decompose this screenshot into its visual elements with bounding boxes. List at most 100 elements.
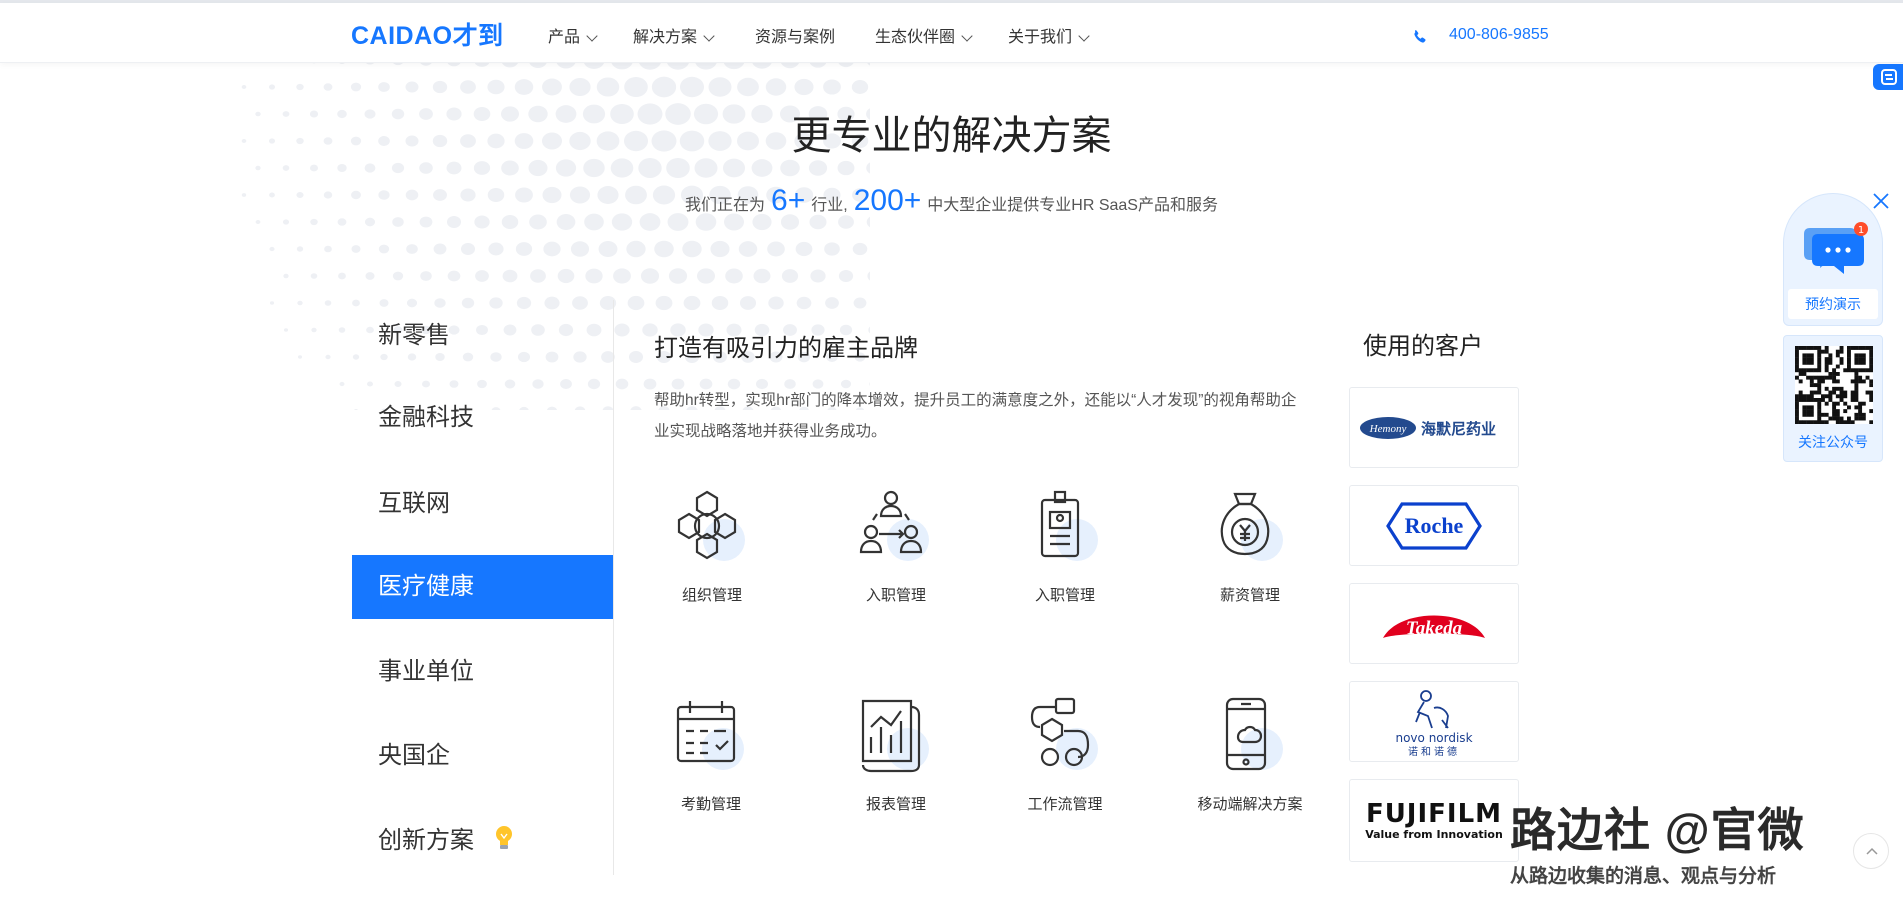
bg-dot — [325, 354, 331, 360]
qr-module — [1854, 353, 1859, 358]
bg-dot — [682, 240, 702, 258]
bg-dot — [269, 246, 275, 252]
nav-label: 生态伙伴圈 — [875, 29, 956, 46]
qr-module — [1821, 420, 1825, 424]
qr-module — [1854, 394, 1859, 399]
swap-icon — [1881, 69, 1897, 85]
feature-mobile[interactable]: 移动端解决方案 — [1185, 697, 1315, 815]
qr-module — [1795, 412, 1799, 417]
bg-dot — [269, 301, 275, 305]
back-to-top-button[interactable] — [1853, 833, 1889, 869]
feature-reports[interactable]: 报表管理 — [831, 697, 961, 815]
tab-public-institution[interactable]: 事业单位 — [352, 640, 614, 704]
tab-healthcare[interactable]: 医疗健康 — [352, 555, 614, 619]
qr-module — [1802, 357, 1807, 362]
book-demo-button[interactable]: 预约演示 — [1788, 289, 1878, 319]
qr-module — [1847, 353, 1851, 358]
hemony-logo: Hemony 海默尼药业 — [1360, 416, 1496, 439]
qr-module — [1817, 398, 1822, 402]
qr-module — [1847, 346, 1851, 350]
qr-module — [1858, 346, 1863, 350]
qr-module — [1850, 368, 1855, 373]
bg-dot — [708, 77, 732, 97]
qr-module — [1839, 349, 1844, 354]
workflow-icon — [1030, 697, 1098, 770]
feature-attendance[interactable]: 考勤管理 — [646, 697, 776, 815]
bg-dot — [598, 240, 618, 258]
qr-module — [1828, 394, 1833, 399]
qr-module — [1795, 357, 1799, 362]
qr-module — [1809, 420, 1814, 424]
qr-module — [1802, 405, 1807, 410]
phone-number[interactable]: 400-806-9855 — [1449, 24, 1549, 46]
bg-dot — [378, 82, 390, 92]
bg-dot — [447, 270, 461, 282]
nav-products[interactable]: 产品 — [548, 26, 598, 50]
tab-innovation[interactable]: 创新方案 — [352, 809, 614, 873]
subtitle-suffix: 中大型企业提供专业HR SaaS产品和服务 — [927, 197, 1218, 214]
bg-dot — [460, 80, 476, 94]
tab-fintech[interactable]: 金融科技 — [352, 386, 614, 450]
side-tool-button[interactable] — [1873, 64, 1903, 90]
qr-module — [1795, 375, 1799, 380]
qr-module — [1869, 398, 1873, 402]
qr-module — [1843, 390, 1848, 395]
feature-label: 移动端解决方案 — [1197, 796, 1303, 813]
qr-module — [1809, 398, 1814, 402]
feature-payroll[interactable]: 薪资管理 — [1185, 488, 1315, 606]
section-title: 打造有吸引力的雇主品牌 — [654, 335, 918, 362]
tab-state-enterprise[interactable]: 央国企 — [352, 724, 614, 788]
feature-onboarding[interactable]: 入职管理 — [831, 488, 961, 606]
customer-logo-takeda: Takeda — [1349, 583, 1519, 664]
tab-internet[interactable]: 互联网 — [352, 472, 614, 536]
qr-module — [1854, 386, 1859, 391]
chevron-down-icon — [703, 30, 715, 42]
customers-title: 使用的客户 — [1363, 333, 1483, 360]
qr-module — [1835, 386, 1840, 391]
brand-logo[interactable]: CAIDAO才到 — [351, 21, 504, 51]
qr-module — [1835, 364, 1840, 369]
sidebar-divider — [613, 300, 614, 875]
qr-module — [1809, 360, 1814, 365]
qr-module — [1858, 409, 1863, 414]
qr-module — [1835, 379, 1840, 384]
bg-dot — [310, 273, 318, 279]
bg-dot — [241, 85, 247, 89]
qr-module — [1809, 357, 1814, 362]
qr-module — [1824, 394, 1829, 399]
qr-module — [1869, 390, 1873, 395]
feature-org-management[interactable]: 组织管理 — [647, 488, 777, 606]
qr-module — [1817, 412, 1822, 417]
qr-module — [1869, 368, 1873, 373]
qr-module — [1795, 360, 1799, 365]
nav-resources[interactable]: 资源与案例 — [755, 26, 835, 50]
qr-module — [1854, 390, 1859, 395]
qr-module — [1806, 368, 1811, 373]
qr-module — [1817, 353, 1822, 358]
industry-tabs: 新零售 金融科技 互联网 医疗健康 事业单位 央国企 创新方案 — [352, 300, 614, 875]
bg-dot — [351, 245, 361, 253]
feature-onboarding-2[interactable]: 入职管理 — [1000, 488, 1130, 606]
qr-module — [1813, 390, 1818, 395]
network-icon — [677, 490, 745, 561]
hero-subtitle: 我们正在为 6+ 行业, 200+ 中大型企业提供专业HR SaaS产品和服务 — [0, 180, 1903, 227]
follow-account-label[interactable]: 关注公众号 — [1783, 432, 1883, 452]
nav-solutions[interactable]: 解决方案 — [633, 26, 715, 50]
feature-workflow[interactable]: 工作流管理 — [1000, 697, 1130, 815]
nav-partners[interactable]: 生态伙伴圈 — [875, 26, 973, 50]
bg-dot — [557, 268, 575, 284]
bg-dot — [624, 76, 648, 98]
close-icon[interactable] — [1872, 192, 1890, 210]
svg-text:Hemony: Hemony — [1369, 423, 1407, 435]
chevron-up-icon — [1866, 847, 1878, 855]
nav-about[interactable]: 关于我们 — [1008, 26, 1090, 50]
qr-module — [1824, 360, 1829, 365]
badge-icon — [1040, 490, 1098, 561]
qr-module — [1865, 368, 1870, 373]
qr-module — [1795, 349, 1799, 354]
watermark-subtitle: 从路边收集的消息、观点与分析 — [1510, 866, 1777, 887]
tab-new-retail[interactable]: 新零售 — [352, 304, 614, 368]
qr-module — [1806, 353, 1811, 358]
qr-module — [1858, 416, 1863, 421]
bg-dot — [615, 378, 629, 390]
